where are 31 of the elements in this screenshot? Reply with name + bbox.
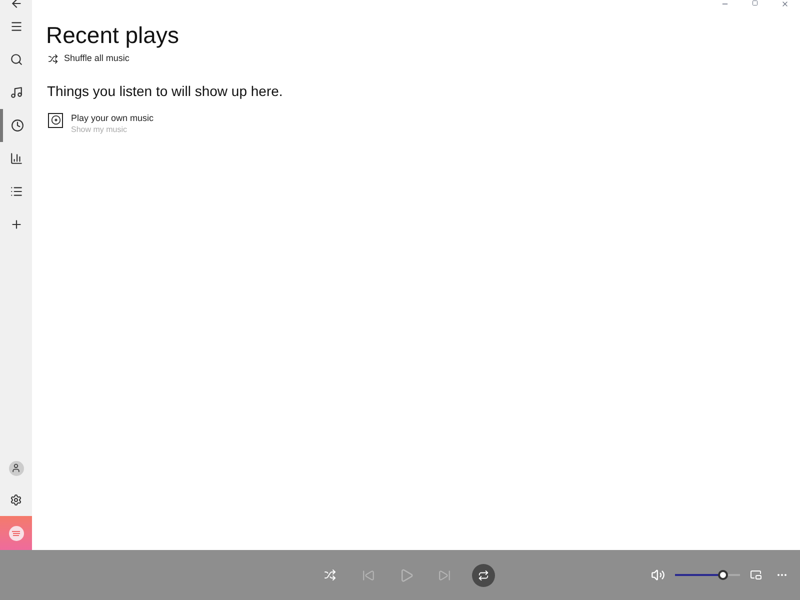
- suggestion-title: Play your own music: [71, 112, 154, 124]
- search-icon: [10, 53, 22, 66]
- user-icon: [8, 460, 24, 476]
- menu-icon: [10, 20, 22, 33]
- bar-chart-icon: [10, 152, 22, 165]
- play-icon: [398, 568, 414, 582]
- plus-icon: [10, 218, 22, 231]
- previous-icon: [362, 568, 374, 582]
- repeat-button[interactable]: [472, 564, 495, 586]
- repeat-icon: [478, 570, 489, 580]
- clock-icon: [11, 119, 24, 132]
- volume-button[interactable]: [651, 568, 665, 582]
- mini-view-button[interactable]: [750, 569, 762, 581]
- empty-message: Things you listen to will show up here.: [47, 82, 283, 101]
- maximize-icon: [752, 0, 758, 6]
- music-note-icon: [10, 86, 22, 99]
- shuffle-icon: [48, 54, 58, 64]
- close-icon: [781, 0, 789, 8]
- back-icon: [10, 0, 22, 10]
- speaker-icon: [651, 568, 665, 582]
- shuffle-all-link[interactable]: Shuffle all music: [48, 52, 130, 66]
- disc-icon: [48, 112, 63, 128]
- list-icon: [10, 185, 22, 198]
- settings-icon: [10, 494, 22, 506]
- next-icon: [438, 568, 450, 582]
- suggestion-subtitle: Show my music: [71, 124, 128, 136]
- play-own-music-item[interactable]: Play your own music Show my music: [48, 112, 154, 136]
- page-title: Recent plays: [46, 21, 179, 50]
- mini-view-icon: [750, 569, 762, 581]
- shuffle-icon: [324, 569, 336, 581]
- app-logo-icon: [8, 526, 24, 540]
